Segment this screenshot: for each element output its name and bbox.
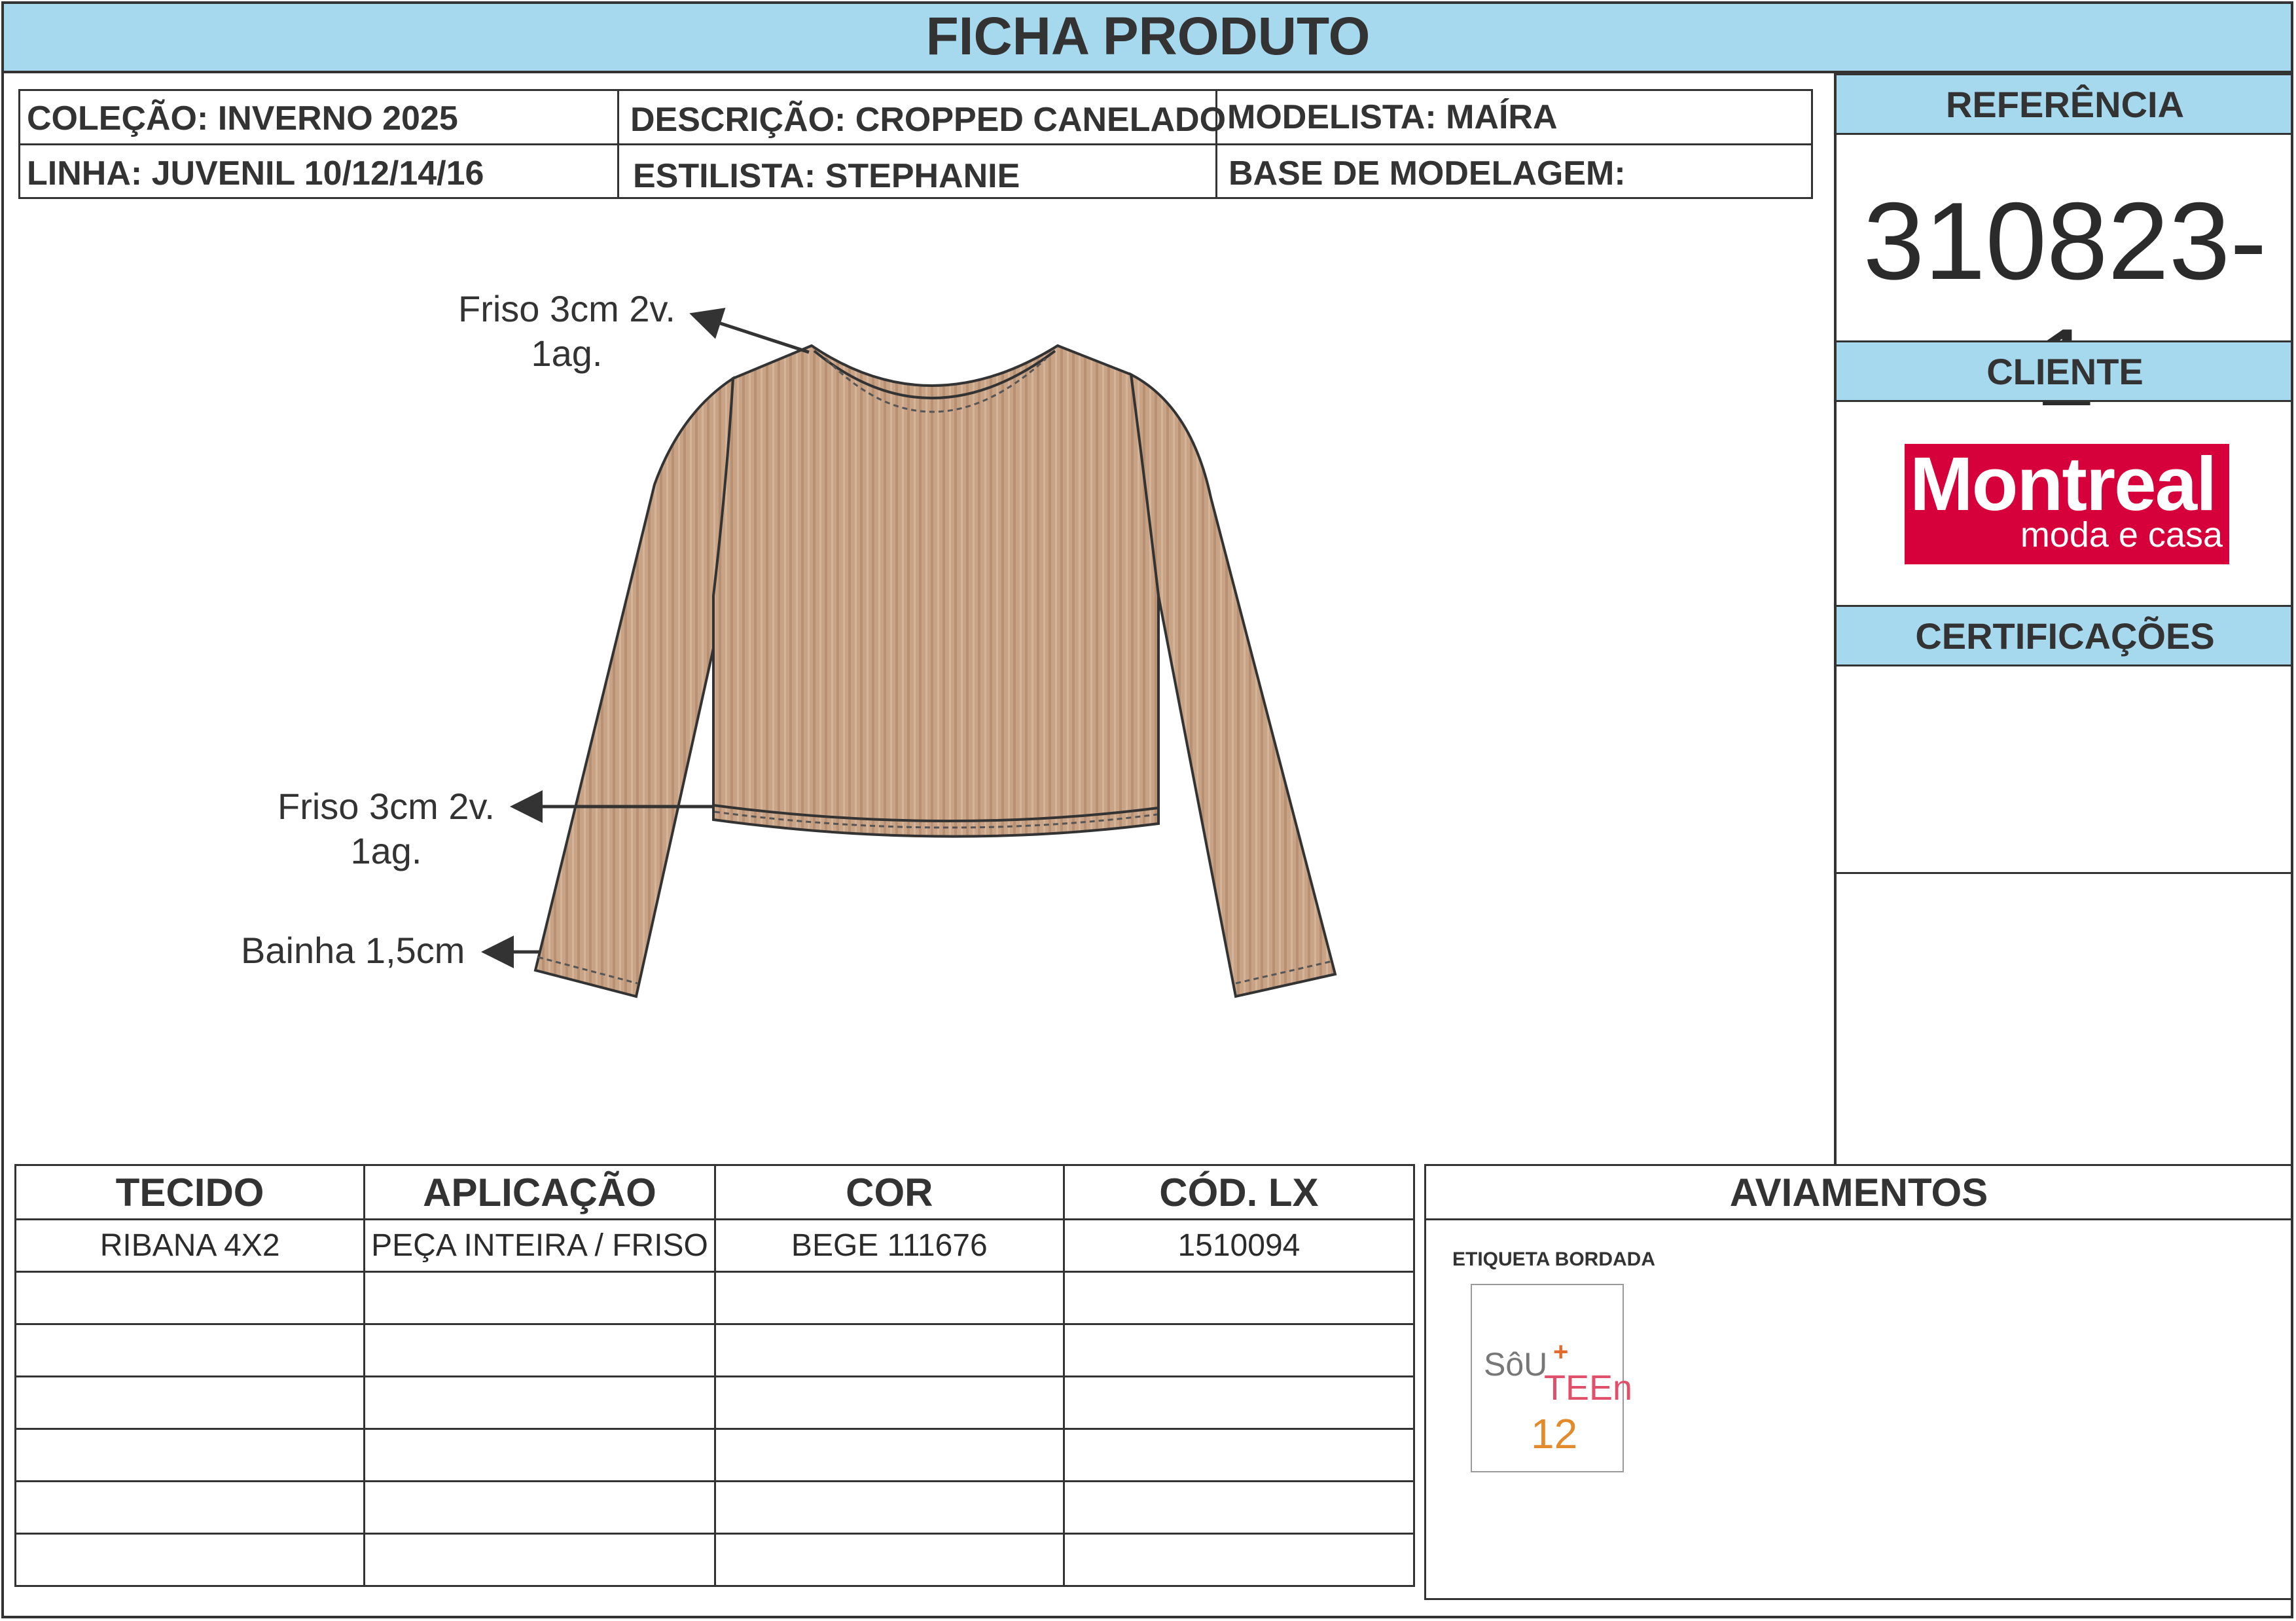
page-border <box>1 1 2293 1618</box>
